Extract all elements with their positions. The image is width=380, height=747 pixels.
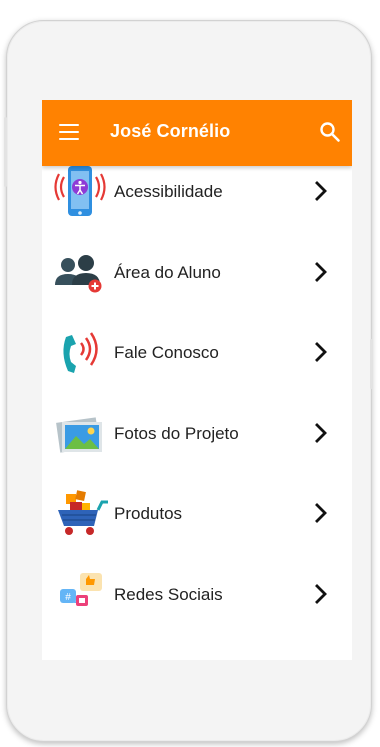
search-icon[interactable]	[318, 120, 342, 144]
menu-item-produtos[interactable]: Produtos	[42, 474, 352, 555]
phone-volume-button	[4, 117, 7, 187]
shopping-cart-icon	[58, 490, 108, 535]
app-title: José Cornélio	[110, 121, 231, 141]
app-screen: Acessibilidade Área do Aluno Fale Conosc…	[42, 100, 352, 660]
students-group-icon	[55, 254, 102, 292]
menu-item-fale-conosco[interactable]: Fale Conosco	[42, 313, 352, 394]
menu-item-fotos-do-projeto[interactable]: Fotos do Projeto	[42, 394, 352, 475]
menu-item-partial[interactable]	[42, 635, 352, 660]
menu-item-label: Fale Conosco	[114, 343, 219, 362]
photo-gallery-icon	[56, 416, 102, 453]
chevron-right-icon	[315, 181, 327, 201]
app-bar: José Cornélio	[42, 100, 352, 166]
menu-item-label: Produtos	[114, 504, 183, 523]
hamburger-menu-icon[interactable]	[59, 124, 79, 140]
chevron-right-icon	[315, 422, 327, 443]
phone-power-button	[370, 339, 373, 389]
page-background: Acessibilidade Área do Aluno Fale Conosc…	[0, 0, 380, 747]
chevron-right-icon	[315, 583, 327, 604]
chevron-right-icon	[315, 342, 327, 362]
menu-item-label: Acessibilidade	[114, 182, 223, 201]
menu-item-label: Redes Sociais	[114, 584, 223, 604]
phone-call-icon	[63, 332, 98, 373]
menu-item-redes-sociais[interactable]: # Redes Sociais	[42, 555, 352, 636]
menu-item-area-do-aluno[interactable]: Área do Aluno	[42, 233, 352, 314]
crest-icon	[52, 649, 108, 660]
menu-list[interactable]: Acessibilidade Área do Aluno Fale Conosc…	[42, 152, 352, 660]
svg-text:#: #	[65, 592, 71, 603]
menu-item-label: Área do Aluno	[114, 262, 221, 282]
chevron-right-icon	[315, 503, 327, 523]
menu-item-label: Fotos do Projeto	[114, 423, 239, 443]
social-media-icon: #	[60, 572, 102, 606]
accessibility-phone-icon	[54, 166, 106, 216]
chevron-right-icon	[315, 261, 327, 282]
